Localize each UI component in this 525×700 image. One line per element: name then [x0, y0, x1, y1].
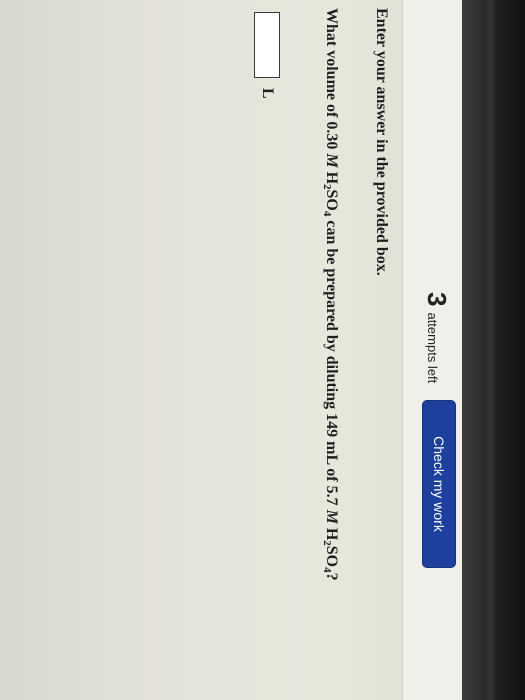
screen: 3 attempts left Check my work Enter your…	[0, 0, 470, 700]
answer-row: L	[254, 12, 280, 99]
molarity-unit: M	[323, 153, 340, 168]
formula-part: SO	[323, 189, 340, 211]
answer-input[interactable]	[254, 12, 280, 78]
formula-part: H	[323, 523, 340, 541]
formula-part: H	[323, 167, 340, 185]
question-part: ?	[323, 572, 340, 581]
attempts-indicator: 3 attempts left	[422, 292, 452, 384]
question-part: What volume of 0.30	[323, 8, 340, 154]
instruction-text: Enter your answer in the provided box.	[373, 8, 390, 276]
check-my-work-button[interactable]: Check my work	[422, 400, 456, 568]
attempts-count: 3	[422, 292, 452, 307]
bezel-glare	[486, 0, 496, 700]
molarity-unit: M	[323, 509, 340, 524]
question-text: What volume of 0.30 M H2SO4 can be prepa…	[321, 8, 340, 581]
attempts-label: attempts left	[425, 312, 440, 384]
question-part: can be prepared by diluting 149 mL of 5.…	[323, 216, 340, 510]
formula-part: SO	[323, 545, 340, 568]
content-area: 3 attempts left Check my work Enter your…	[0, 0, 470, 700]
answer-unit: L	[259, 88, 276, 99]
